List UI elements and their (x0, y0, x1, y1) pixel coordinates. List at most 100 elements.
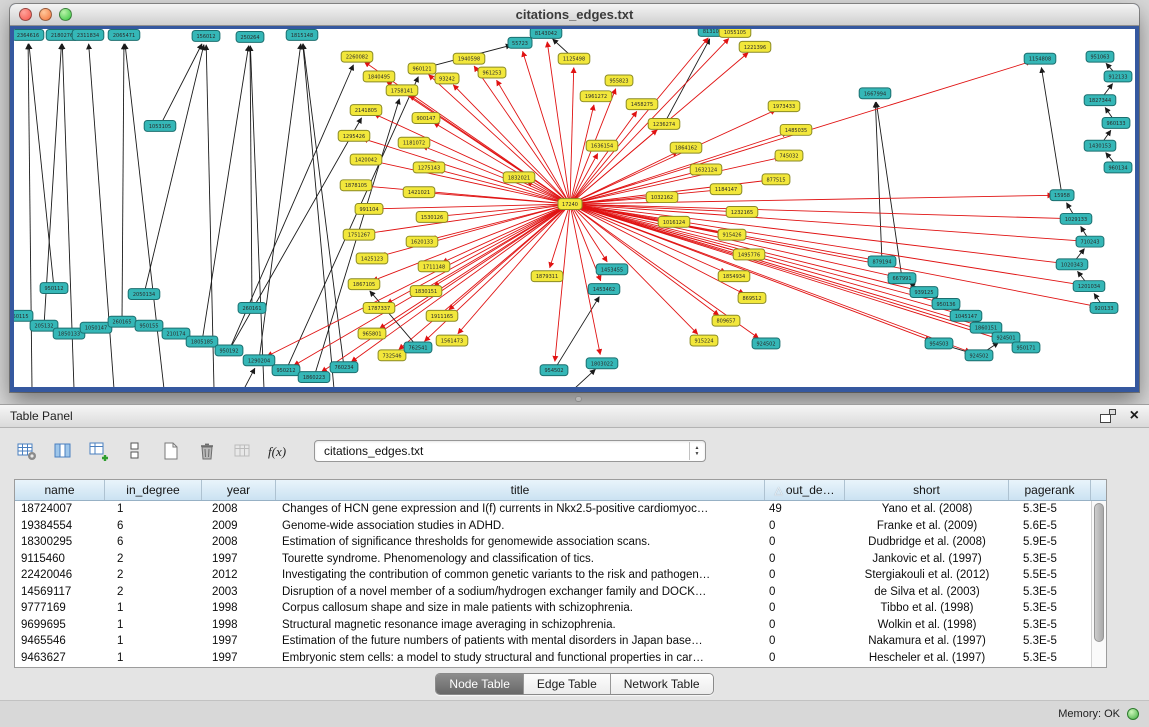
cell-pagerank[interactable]: 5.3E-5 (1009, 586, 1091, 598)
cell-short[interactable]: Jankovic et al. (1997) (845, 553, 1009, 565)
column-header-in_degree[interactable]: in_degree (105, 480, 202, 500)
network-graph-canvas[interactable]: 2364616218027623118342065471156012250264… (14, 29, 1135, 387)
graph-node[interactable]: 1636154 (586, 140, 618, 151)
cell-title[interactable]: Estimation of significance thresholds fo… (276, 536, 765, 548)
graph-node[interactable]: 1878105 (340, 180, 372, 191)
graph-node[interactable]: 1485035 (780, 124, 812, 135)
graph-node[interactable]: 1620133 (406, 236, 438, 247)
graph-edge[interactable] (547, 42, 570, 204)
graph-node[interactable]: 1181072 (398, 137, 430, 148)
cell-out_degree[interactable]: 0 (765, 569, 845, 581)
cell-in_degree[interactable]: 2 (105, 586, 202, 598)
graph-node[interactable]: 710243 (1076, 236, 1104, 247)
graph-node[interactable]: 954503 (925, 338, 953, 349)
tab-network-table[interactable]: Network Table (611, 674, 713, 694)
graph-node[interactable]: 15958 (1050, 190, 1074, 201)
cell-pagerank[interactable]: 5.3E-5 (1009, 652, 1091, 664)
cell-pagerank[interactable]: 5.9E-5 (1009, 536, 1091, 548)
graph-node[interactable]: 1275143 (413, 162, 445, 173)
graph-node[interactable]: 2065471 (108, 29, 140, 40)
cell-year[interactable]: 2008 (202, 503, 276, 515)
graph-node[interactable]: 1879311 (531, 271, 563, 282)
graph-node[interactable]: 732546 (378, 350, 406, 361)
graph-node[interactable]: 877515 (762, 174, 790, 185)
graph-node[interactable]: 17240 (558, 199, 582, 210)
graph-node[interactable]: 1236274 (648, 119, 680, 130)
cell-name[interactable]: 9463627 (15, 652, 105, 664)
graph-node[interactable]: 1020343 (1056, 259, 1088, 270)
cell-out_degree[interactable]: 49 (765, 503, 845, 515)
cell-out_degree[interactable]: 0 (765, 652, 845, 664)
cell-short[interactable]: Dudbridge et al. (2008) (845, 536, 1009, 548)
graph-edge[interactable] (363, 139, 570, 205)
graph-node[interactable]: 1453462 (588, 284, 620, 295)
cell-title[interactable]: Structural magnetic resonance image aver… (276, 619, 765, 631)
graph-node[interactable]: 1911165 (426, 310, 458, 321)
cell-out_degree[interactable]: 0 (765, 635, 845, 647)
graph-node[interactable]: 1290204 (243, 355, 275, 366)
close-panel-icon[interactable]: × (1130, 409, 1139, 423)
scrollbar-thumb[interactable] (1094, 503, 1104, 642)
graph-node[interactable]: 1221396 (739, 41, 771, 52)
cell-pagerank[interactable]: 5.3E-5 (1009, 602, 1091, 614)
cell-in_degree[interactable]: 1 (105, 652, 202, 664)
append-table-icon[interactable] (86, 438, 112, 464)
minimize-window-button[interactable] (39, 8, 52, 21)
vertical-scrollbar[interactable] (1091, 501, 1106, 667)
graph-node[interactable]: 2364616 (14, 29, 44, 40)
graph-node[interactable]: 1815148 (286, 29, 318, 40)
graph-node[interactable]: 900147 (412, 113, 440, 124)
graph-node[interactable]: 991104 (355, 204, 383, 215)
graph-edge[interactable] (144, 45, 204, 294)
graph-node[interactable]: 954502 (540, 365, 568, 376)
cell-year[interactable]: 1997 (202, 553, 276, 565)
cell-in_degree[interactable]: 2 (105, 569, 202, 581)
cell-name[interactable]: 9115460 (15, 553, 105, 565)
graph-edge[interactable] (449, 204, 570, 310)
graph-edge[interactable] (570, 68, 574, 204)
graph-node[interactable]: 1561473 (436, 335, 468, 346)
cell-in_degree[interactable]: 1 (105, 503, 202, 515)
graph-node[interactable]: 939125 (910, 287, 938, 298)
graph-edge[interactable] (122, 44, 124, 322)
graph-node[interactable]: 1453455 (596, 264, 628, 275)
graph-node[interactable]: 2050134 (128, 289, 160, 300)
cell-short[interactable]: Yano et al. (2008) (845, 503, 1009, 515)
graph-node[interactable]: 1421021 (403, 187, 435, 198)
table-row[interactable]: 2242004622012Investigating the contribut… (15, 567, 1091, 584)
graph-node[interactable]: 960134 (1104, 162, 1132, 173)
table-row[interactable]: 1830029562008Estimation of significance … (15, 534, 1091, 551)
show-columns-icon[interactable] (50, 438, 76, 464)
graph-edge[interactable] (267, 204, 570, 356)
graph-node[interactable]: 1758141 (386, 85, 418, 96)
graph-node[interactable]: 924502 (965, 350, 993, 361)
graph-node[interactable]: 55723 (508, 37, 532, 48)
graph-node[interactable]: 1840495 (363, 71, 395, 82)
graph-node[interactable]: 93242 (435, 73, 459, 84)
cell-year[interactable]: 2003 (202, 586, 276, 598)
cell-short[interactable]: Franke et al. (2009) (845, 520, 1009, 532)
graph-node[interactable]: 1420042 (350, 154, 382, 165)
graph-node[interactable]: 210174 (162, 328, 190, 339)
graph-node[interactable]: 1125498 (558, 53, 590, 64)
graph-node[interactable]: 950155 (135, 320, 163, 331)
graph-node[interactable]: 1530126 (416, 211, 448, 222)
graph-node[interactable]: 915224 (690, 335, 718, 346)
graph-edge[interactable] (574, 369, 595, 387)
table-row[interactable]: 946554611997Estimation of the future num… (15, 633, 1091, 650)
column-header-out_degree[interactable]: △out_de… (765, 480, 845, 500)
graph-node[interactable]: 1667994 (859, 88, 891, 99)
cell-in_degree[interactable]: 6 (105, 536, 202, 548)
graph-edge[interactable] (29, 44, 54, 288)
cell-title[interactable]: Investigating the contribution of common… (276, 569, 765, 581)
graph-node[interactable]: 1016124 (658, 216, 690, 227)
graph-node[interactable]: 950136 (932, 298, 960, 309)
graph-edge[interactable] (125, 44, 164, 387)
table-row[interactable]: 1938455462009Genome-wide association stu… (15, 518, 1091, 535)
column-header-pagerank[interactable]: pagerank (1009, 480, 1091, 500)
graph-node[interactable]: 2141805 (350, 105, 382, 116)
graph-node[interactable]: 950212 (272, 365, 300, 376)
cell-out_degree[interactable]: 0 (765, 586, 845, 598)
cell-in_degree[interactable]: 6 (105, 520, 202, 532)
graph-node[interactable]: 1860223 (298, 372, 330, 383)
